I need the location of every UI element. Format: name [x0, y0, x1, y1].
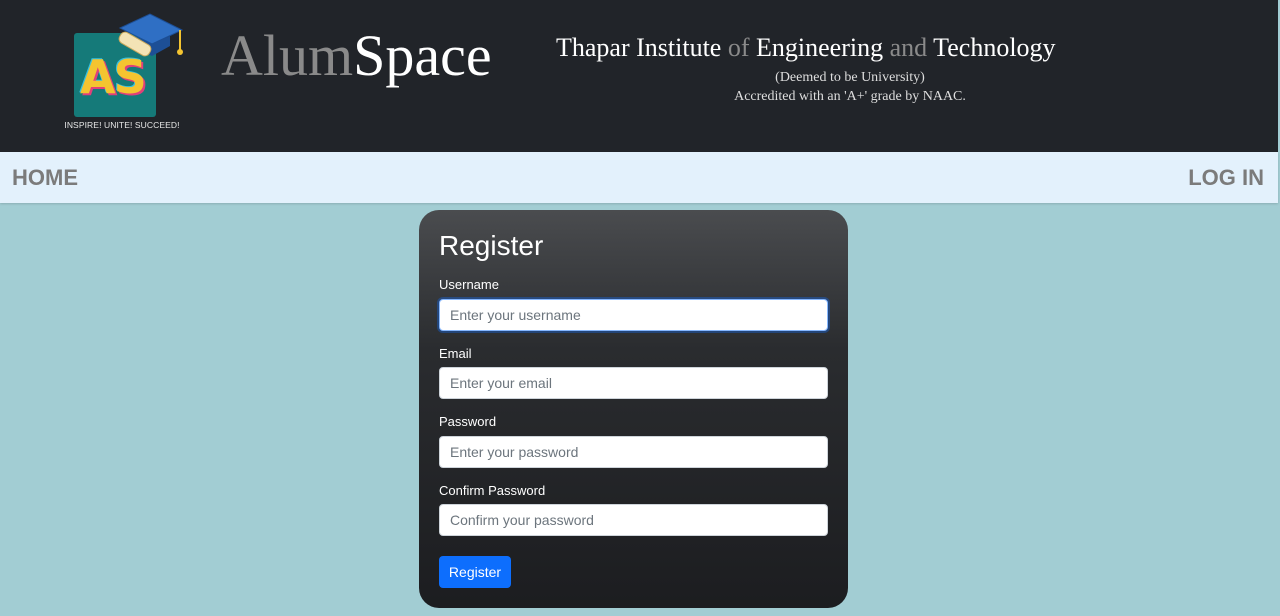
- register-title: Register: [439, 230, 544, 261]
- brand-part-2: Space: [353, 23, 492, 88]
- site-brand[interactable]: AlumSpace: [221, 24, 492, 88]
- institute-word-4: and: [889, 33, 928, 62]
- username-input[interactable]: [439, 299, 828, 331]
- brand-part-1: Alum: [221, 23, 354, 88]
- confirm-password-input[interactable]: [439, 504, 828, 536]
- password-input[interactable]: [439, 436, 828, 468]
- navbar: HOME LOG IN: [0, 152, 1278, 203]
- nav-login-link[interactable]: LOG IN: [1188, 165, 1264, 191]
- nav-home-link[interactable]: HOME: [12, 165, 78, 191]
- institute-deemed-line: (Deemed to be University): [775, 70, 925, 85]
- institute-word-1: Thapar Institute: [556, 33, 722, 62]
- username-label: Username: [439, 277, 499, 292]
- graduation-cap-icon: [118, 13, 184, 57]
- logo-tagline: INSPIRE! UNITE! SUCCEED!: [64, 120, 180, 130]
- email-label: Email: [439, 346, 472, 361]
- register-button[interactable]: Register: [439, 556, 511, 588]
- institute-accreditation-line: Accredited with an 'A+' grade by NAAC.: [734, 89, 966, 104]
- institute-word-5: Technology: [933, 33, 1056, 62]
- institute-word-3: Engineering: [756, 33, 884, 62]
- register-card: Register Username Email Password Confirm…: [419, 210, 848, 608]
- institute-name: Thapar Institute of Engineering and Tech…: [556, 32, 1056, 64]
- site-header: AS INSPIRE! UNITE! SUCCEED! AlumSpace Th…: [0, 0, 1278, 152]
- alumspace-logo[interactable]: AS INSPIRE! UNITE! SUCCEED!: [56, 10, 186, 134]
- confirm-password-label: Confirm Password: [439, 483, 546, 498]
- password-label: Password: [439, 414, 497, 429]
- email-input[interactable]: [439, 367, 828, 399]
- institute-word-2: of: [727, 33, 750, 62]
